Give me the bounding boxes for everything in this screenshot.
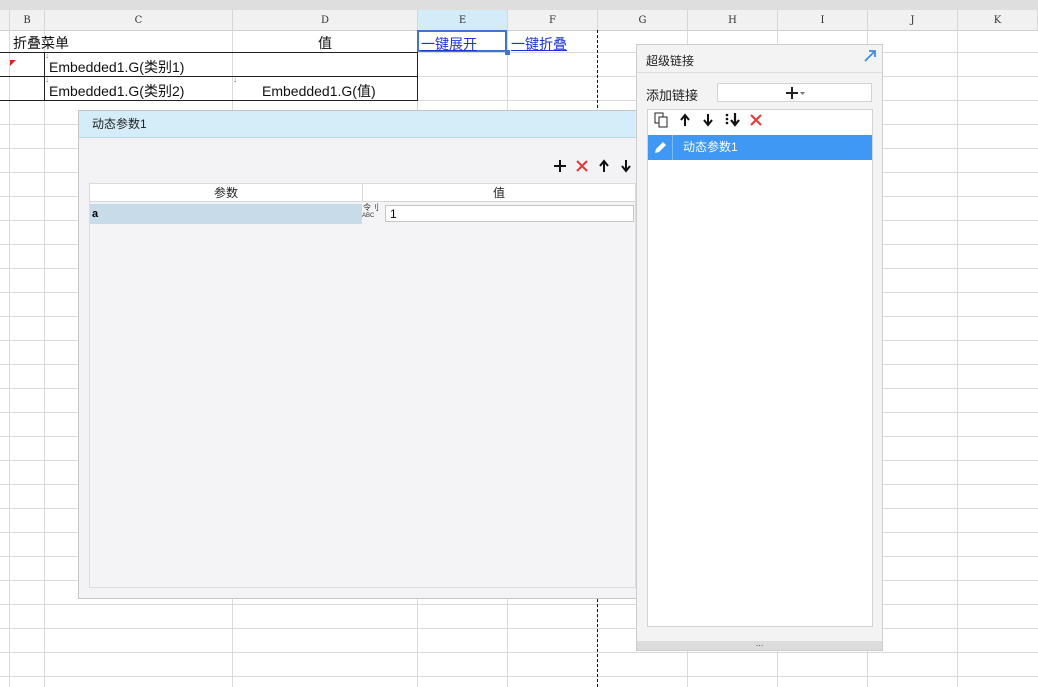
type-icon-top: 令刂 [363,203,379,212]
copy-icon[interactable] [653,112,669,133]
type-icon-bottom: ABC [362,213,375,219]
parameter-value-input[interactable]: 1 [385,205,634,222]
move-down-icon[interactable] [701,113,715,132]
column-header-j[interactable]: J [868,10,958,30]
column-header-i[interactable]: I [778,10,868,30]
add-icon[interactable] [553,159,567,178]
grid-line [957,30,958,687]
column-header-b[interactable]: B [10,10,45,30]
grid-line [0,652,1038,653]
hyperlink-panel: 超级链接 添加链接 动态参数1 ... [636,44,883,651]
cell-border [417,53,418,100]
cell-b1[interactable]: 折叠菜单 [13,33,69,53]
panel-resize-handle[interactable]: ... [637,639,882,650]
link-list: 动态参数1 [647,109,873,627]
cell-c2[interactable]: Embedded1.G(类别1) [49,57,184,77]
add-link-button[interactable] [717,83,872,102]
move-up-icon[interactable] [678,112,692,132]
delete-icon[interactable] [749,113,763,132]
value-type-selector[interactable]: 令刂 ABC [362,204,384,224]
cell-d3[interactable]: Embedded1.G(值) [262,81,376,101]
expand-indicator-icon: ↓ [233,75,237,84]
cell-e1-link[interactable]: 一键展开 [421,34,477,54]
column-header-g[interactable]: G [598,10,688,30]
add-link-label: 添加链接 [646,88,699,103]
link-list-toolbar [653,112,763,133]
link-item-label: 动态参数1 [683,140,738,154]
dialog-title: 动态参数1 [79,111,645,138]
column-header-a[interactable] [0,10,10,30]
expand-arrow-icon[interactable] [863,49,877,68]
column-header-e[interactable]: E [418,10,508,30]
column-header-bar: B C D E F G H I J K [0,10,1038,31]
table-header: 参数 值 [90,184,635,202]
grid-line [9,30,10,687]
divider [637,72,882,73]
column-header-f[interactable]: F [508,10,598,30]
top-strip [0,0,1038,10]
column-header-k[interactable]: K [958,10,1038,30]
delete-icon[interactable] [575,159,589,178]
edit-pencil-icon[interactable] [648,135,673,160]
dynamic-parameter-dialog: 动态参数1 参数 值 a 令刂 ABC 1 [78,110,646,599]
column-header-c[interactable]: C [45,10,233,30]
grid-line [44,30,45,687]
move-up-icon[interactable] [597,158,611,178]
link-list-item[interactable]: 动态参数1 [648,135,872,160]
parameter-table: 参数 值 a 令刂 ABC 1 [89,183,636,588]
comment-marker-icon [10,53,16,66]
cell-f1-link[interactable]: 一键折叠 [511,34,567,54]
column-header-d[interactable]: D [233,10,418,30]
parameter-name-cell[interactable]: a [90,204,362,224]
move-bottom-icon[interactable] [724,112,740,133]
cell-d1[interactable]: 值 [318,33,332,53]
add-dropdown-icon [785,87,805,99]
table-row: a 令刂 ABC 1 [90,204,635,224]
cell-c3[interactable]: Embedded1.G(类别2) [49,81,184,101]
column-header-h[interactable]: H [688,10,778,30]
header-value: 值 [492,186,505,200]
dialog-toolbar [553,158,633,178]
header-parameter: 参数 [90,184,363,202]
panel-title: 超级链接 [646,54,695,68]
grid-line [0,676,1038,677]
fill-handle[interactable] [505,50,510,55]
move-down-icon[interactable] [619,159,633,178]
